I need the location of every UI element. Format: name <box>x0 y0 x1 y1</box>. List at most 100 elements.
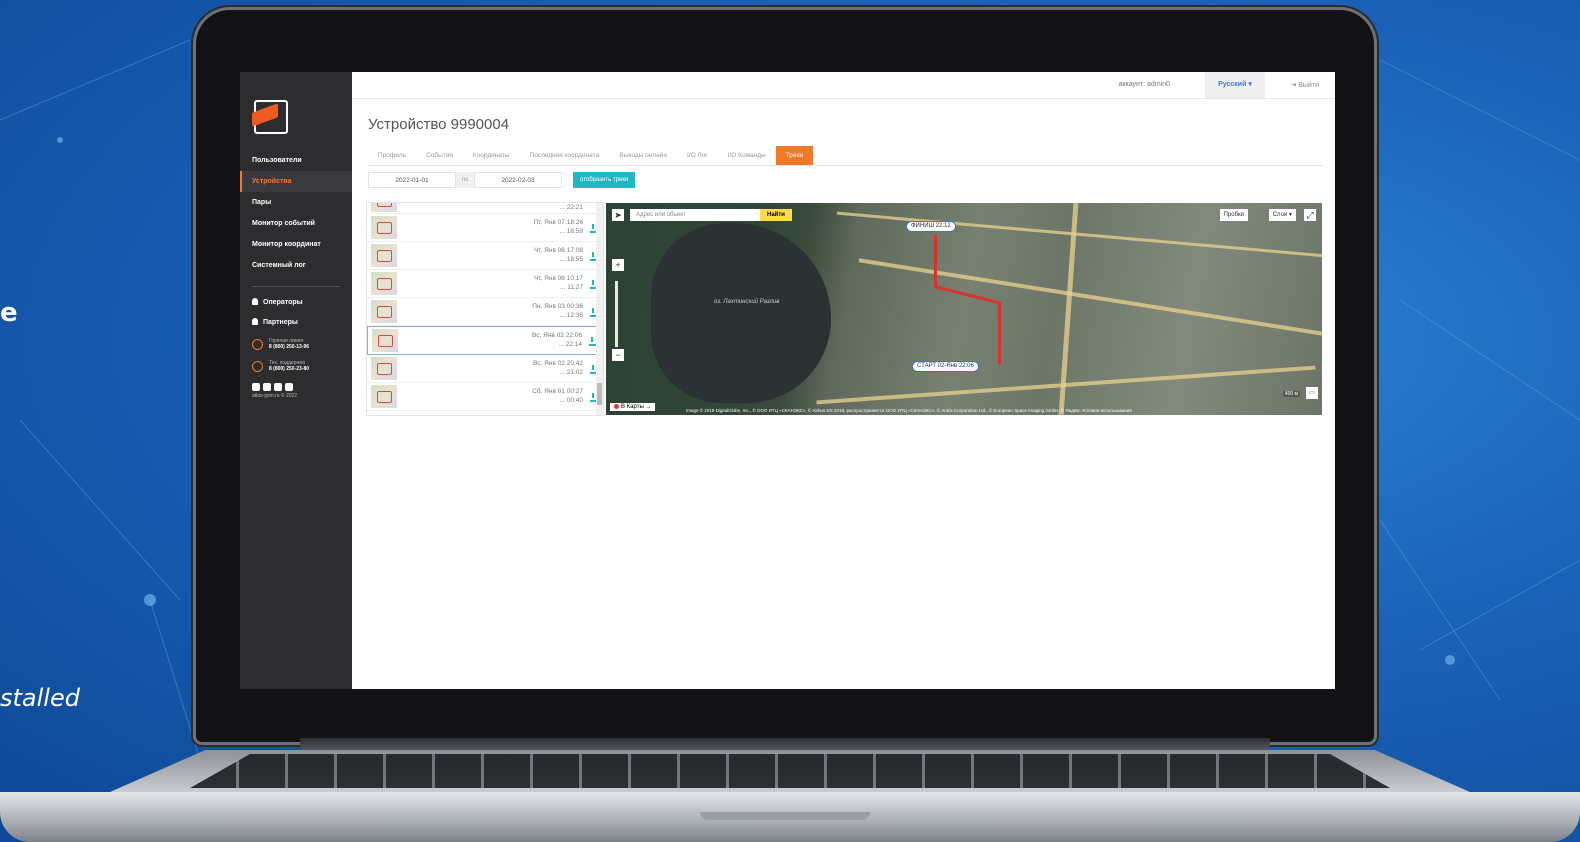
date-to-input[interactable]: 2022-02-03 <box>474 172 562 188</box>
open-in-yandex-button[interactable]: В Карты → <box>610 403 656 411</box>
track-start: Чт, Янв 06 17:08 <box>533 247 583 254</box>
track-thumbnail <box>371 203 397 212</box>
date-from-input[interactable]: 2022-01-01 <box>368 172 456 188</box>
sidebar-item-coord-monitor[interactable]: Монитор координат <box>240 234 352 255</box>
map-scale: 400 м <box>1282 391 1300 397</box>
tab-profile[interactable]: Профиль <box>368 146 416 165</box>
track-end: 22:21 <box>566 204 583 211</box>
facebook-icon[interactable] <box>252 383 260 391</box>
list-item[interactable]: Чт, Янв 06 17:08... 18:55 <box>367 242 603 270</box>
tab-last-coordinate[interactable]: Последняя координата <box>520 146 610 165</box>
show-tracks-button[interactable]: отобразить треки <box>573 172 636 188</box>
zoom-out-button[interactable]: − <box>612 349 624 361</box>
track-thumbnail <box>371 272 397 295</box>
geolocation-icon[interactable]: ➤ <box>612 209 624 221</box>
hotline-contact: Горячая линия 8 (800) 250-13-96 <box>240 333 352 355</box>
track-end: 22:14 <box>565 341 582 348</box>
sidebar-item-partners[interactable]: Партнеры <box>240 313 352 333</box>
scrollbar-thumb[interactable] <box>597 383 602 405</box>
date-separator: по <box>456 172 474 188</box>
fullscreen-icon[interactable]: ⤢ <box>1304 209 1316 221</box>
account-name: admin0 <box>1147 81 1170 88</box>
support-phone[interactable]: 8 (800) 250-23-80 <box>269 366 309 372</box>
support-contact: Тех. поддержка 8 (800) 250-23-80 <box>240 355 352 377</box>
sidebar-item-operators[interactable]: Операторы <box>240 293 352 313</box>
ruler-icon[interactable]: ▭ <box>1306 387 1318 399</box>
logout-label: Выйти <box>1298 82 1319 89</box>
satellite-map[interactable]: оз. Лахтинский Разлив ФИНИШ 22:12 СТАРТ … <box>606 203 1322 415</box>
track-start: Пн, Янв 03 00:36 <box>532 303 583 310</box>
zoom-slider[interactable] <box>615 281 618 347</box>
sidebar-divider <box>252 286 340 287</box>
track-end: 12:36 <box>566 312 583 319</box>
laptop-hinge <box>300 738 1270 752</box>
track-end: 18:59 <box>566 228 583 235</box>
map-copyright: Image © 2018 DigitalGlobe, Inc., © ООО И… <box>686 408 1132 413</box>
eagle-logo-icon[interactable] <box>254 100 288 134</box>
list-item[interactable]: ... 22:21 <box>367 203 603 214</box>
hotline-phone[interactable]: 8 (800) 250-13-96 <box>269 344 309 350</box>
track-start: Пт, Янв 07 18:26 <box>533 219 583 226</box>
start-marker[interactable]: СТАРТ 02-Янв 22:06 <box>912 361 979 372</box>
list-item-selected[interactable]: Вс, Янв 02 22:06... 22:14 <box>367 326 603 355</box>
tab-outputs-online[interactable]: Выходы онлайн <box>609 146 677 165</box>
background-text-fragment-top: e <box>0 298 18 328</box>
date-filter: 2022-01-01 по 2022-02-03 отобразить трек… <box>368 172 636 188</box>
sidebar-item-label: Операторы <box>263 299 303 306</box>
list-item[interactable]: Пт, Янв 07 18:26... 18:59 <box>367 214 603 242</box>
vk-icon[interactable] <box>285 383 293 391</box>
traffic-button[interactable]: Пробки <box>1219 209 1248 221</box>
download-icon[interactable] <box>589 337 596 346</box>
youtube-icon[interactable] <box>274 383 282 391</box>
sidebar-item-devices[interactable]: Устройства <box>240 171 352 192</box>
map-road <box>836 211 1322 258</box>
track-end: 18:55 <box>566 256 583 263</box>
language-dropdown[interactable]: Русский ▾ <box>1205 72 1265 98</box>
topbar: аккаунт: admin0 Русский ▾ ⇥ Выйти <box>352 72 1335 99</box>
social-links <box>240 383 352 391</box>
track-thumbnail <box>372 329 398 352</box>
tab-events[interactable]: События <box>416 146 463 165</box>
zoom-in-button[interactable]: + <box>612 259 624 271</box>
support-icon <box>252 360 263 372</box>
track-route-segment <box>934 235 937 287</box>
tab-io-log[interactable]: I/O Лог <box>677 146 718 165</box>
phone-icon <box>252 338 263 350</box>
laptop-keyboard <box>190 754 1390 788</box>
list-item[interactable]: Сб, Янв 01 00:27... 00:40 <box>367 383 603 411</box>
list-item[interactable]: Чт, Янв 06 10:17... 11:27 <box>367 270 603 298</box>
tab-tracks[interactable]: Треки <box>775 146 814 165</box>
tab-io-commands[interactable]: I/O Команды <box>718 146 776 165</box>
person-icon <box>252 318 258 325</box>
track-list-scrollbar[interactable] <box>596 203 603 415</box>
track-thumbnail <box>371 216 397 239</box>
logout-link[interactable]: ⇥ Выйти <box>1290 81 1319 89</box>
list-item[interactable]: Пн, Янв 03 00:36... 12:36 <box>367 298 603 326</box>
track-thumbnail <box>371 385 397 408</box>
sidebar-item-event-monitor[interactable]: Монитор событий <box>240 213 352 234</box>
finish-marker[interactable]: ФИНИШ 22:12 <box>906 221 956 232</box>
sidebar-item-users[interactable]: Пользователи <box>240 150 352 171</box>
track-end: 11:27 <box>567 284 583 291</box>
sidebar-nav: Пользователи Устройства Пары Монитор соб… <box>240 150 352 399</box>
account-info: аккаунт: admin0 <box>1119 81 1170 88</box>
list-item[interactable]: Вс, Янв 02 20:42... 21:02 <box>367 355 603 383</box>
track-start: Чт, Янв 06 10:17 <box>533 275 583 282</box>
track-thumbnail <box>371 300 397 323</box>
account-label: аккаунт: <box>1118 81 1146 88</box>
map-search-input[interactable]: Адрес или объект <box>630 209 760 221</box>
track-thumbnail <box>371 244 397 267</box>
tab-coordinates[interactable]: Координаты <box>463 146 520 165</box>
map-find-button[interactable]: Найти <box>760 209 792 221</box>
sidebar-item-pairs[interactable]: Пары <box>240 192 352 213</box>
track-route-segment <box>998 302 1001 364</box>
sidebar: Пользователи Устройства Пары Монитор соб… <box>240 72 352 689</box>
track-start: Вс, Янв 02 20:42 <box>532 360 583 367</box>
sidebar-item-system-log[interactable]: Системный лог <box>240 255 352 276</box>
map-road <box>858 258 1322 336</box>
device-tabs: Профиль События Координаты Последняя коо… <box>368 146 1323 166</box>
instagram-icon[interactable] <box>263 383 271 391</box>
page-title: Устройство 9990004 <box>368 116 510 133</box>
layers-button[interactable]: Слои ▾ <box>1268 209 1296 221</box>
track-list: ... 22:21 Пт, Янв 07 18:26... 18:59 Чт, … <box>366 202 604 416</box>
